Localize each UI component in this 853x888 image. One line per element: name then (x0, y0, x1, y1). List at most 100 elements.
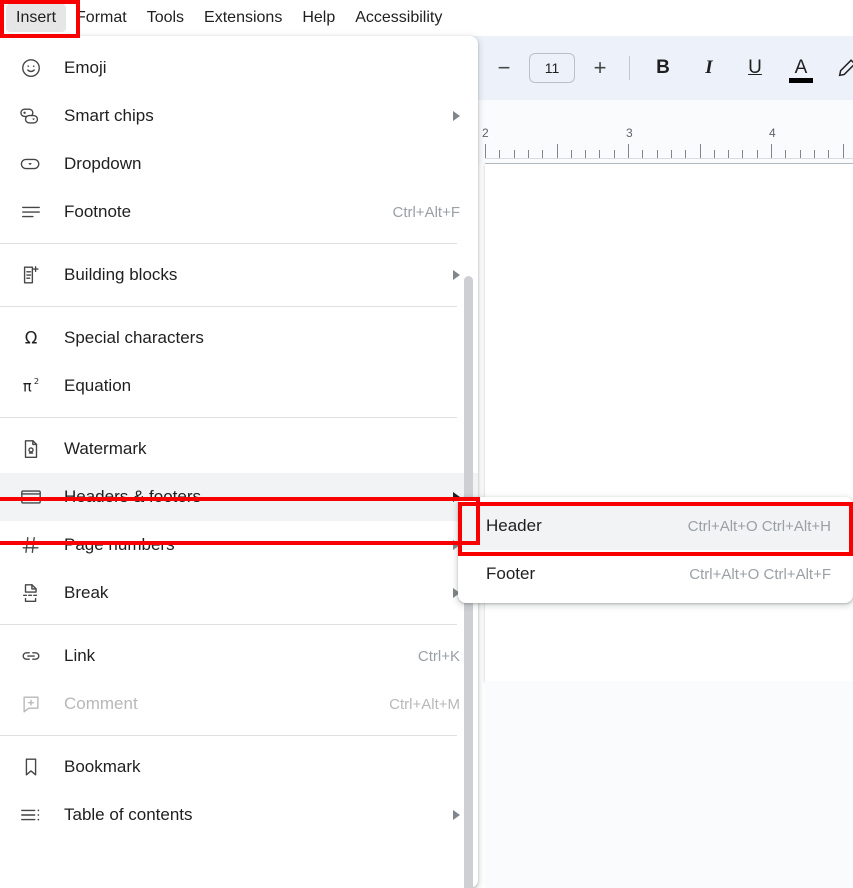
text-color-letter: A (795, 57, 808, 79)
ruler-tick (485, 144, 486, 158)
menu-item-label: Page numbers (64, 534, 437, 556)
menu-item-label: Dropdown (64, 153, 460, 175)
menu-item-shortcut: Ctrl+Alt+M (389, 696, 460, 713)
ruler-tick (571, 150, 572, 158)
ruler-tick (728, 150, 729, 158)
toolbar-divider (629, 56, 630, 80)
ruler-tick (628, 144, 629, 158)
headers-footers-submenu-list: Header Ctrl+Alt+O Ctrl+Alt+H Footer Ctrl+Al… (458, 502, 853, 598)
submenu-item-shortcut: Ctrl+Alt+O Ctrl+Alt+F (689, 566, 831, 583)
app-window: 2 3 4 − 11 + B I U A InsertFormatToolsEx… (0, 0, 853, 888)
italic-button[interactable]: I (692, 51, 726, 85)
link-icon (18, 644, 44, 668)
increase-font-size-button[interactable]: + (584, 52, 616, 84)
ruler-tick (685, 150, 686, 158)
menu-item-footnote[interactable]: FootnoteCtrl+Alt+F (0, 188, 478, 236)
menu-bar[interactable]: InsertFormatToolsExtensionsHelpAccessibi… (0, 0, 853, 36)
ruler-tick (785, 150, 786, 158)
menu-item-label: Special characters (64, 327, 460, 349)
menu-item-watermark[interactable]: Watermark (0, 425, 478, 473)
menu-bar-item-extensions[interactable]: Extensions (194, 4, 292, 32)
ruler-tick (828, 150, 829, 158)
menu-bar-item-help[interactable]: Help (292, 4, 345, 32)
ruler-tick (700, 144, 701, 158)
submenu-item-label: Footer (486, 563, 535, 585)
menu-item-dropdown[interactable]: Dropdown (0, 140, 478, 188)
ruler-number: 4 (769, 126, 776, 140)
svg-text:Ω: Ω (25, 329, 38, 348)
menu-item-headers-footers[interactable]: Headers & footers (0, 473, 478, 521)
font-size-input[interactable]: 11 (529, 53, 575, 83)
formatting-toolbar[interactable]: − 11 + B I U A (485, 36, 853, 100)
menu-item-table-of-contents[interactable]: Table of contents (0, 791, 478, 839)
ruler-tick (642, 150, 643, 158)
headers-footers-icon (18, 485, 44, 509)
menu-separator (0, 624, 457, 625)
menu-item-building-blocks[interactable]: Building blocks (0, 251, 478, 299)
text-color-button[interactable]: A (784, 51, 818, 85)
horizontal-ruler[interactable]: 2 3 4 (485, 100, 853, 164)
svg-text:2: 2 (34, 376, 39, 386)
menu-item-special-characters[interactable]: Ω Special characters (0, 314, 478, 362)
ruler-tick (757, 150, 758, 158)
ruler-tick (843, 144, 844, 158)
menu-item-bookmark[interactable]: Bookmark (0, 743, 478, 791)
menu-bar-item-accessibility[interactable]: Accessibility (345, 4, 452, 32)
menu-item-label: Watermark (64, 438, 460, 460)
ruler-tick (514, 150, 515, 158)
dropdown-icon (18, 152, 44, 176)
submenu-item-footer[interactable]: Footer Ctrl+Alt+O Ctrl+Alt+F (458, 550, 853, 598)
menu-item-label: Footnote (64, 201, 374, 223)
submenu-item-header[interactable]: Header Ctrl+Alt+O Ctrl+Alt+H (458, 502, 853, 550)
submenu-arrow-icon (453, 111, 460, 121)
ruler-number: 3 (626, 126, 633, 140)
menu-item-emoji[interactable]: Emoji (0, 44, 478, 92)
menu-item-link[interactable]: Link Ctrl+K (0, 632, 478, 680)
menu-item-label: Bookmark (64, 756, 460, 778)
menu-item-label: Headers & footers (64, 486, 437, 508)
footnote-icon (18, 200, 44, 224)
pen-icon (836, 57, 853, 79)
ruler-tick (800, 150, 801, 158)
comment-icon (18, 692, 44, 716)
decrease-font-size-button[interactable]: − (488, 52, 520, 84)
ruler-tick (714, 150, 715, 158)
menu-separator (0, 735, 457, 736)
menu-item-break[interactable]: Break (0, 569, 478, 617)
menu-item-page-numbers[interactable]: Page numbers (0, 521, 478, 569)
menu-item-label: Comment (64, 693, 371, 715)
menu-item-smart-chips[interactable]: Smart chips (0, 92, 478, 140)
ruler-tick (671, 150, 672, 158)
omega-icon: Ω (18, 326, 44, 350)
submenu-item-shortcut: Ctrl+Alt+O Ctrl+Alt+H (688, 518, 831, 535)
underline-button[interactable]: U (738, 51, 772, 85)
smart-chips-icon (18, 104, 44, 128)
ruler-baseline (485, 158, 853, 159)
watermark-icon (18, 437, 44, 461)
submenu-arrow-icon (453, 810, 460, 820)
submenu-item-label: Header (486, 515, 542, 537)
menu-separator (0, 417, 457, 418)
insert-menu-panel[interactable]: EmojiSmart chipsDropdownFootnoteCtrl+Alt… (0, 36, 478, 888)
menu-item-shortcut: Ctrl+K (418, 648, 460, 665)
bookmark-icon (18, 755, 44, 779)
menu-bar-item-tools[interactable]: Tools (137, 4, 194, 32)
ruler-number: 2 (482, 126, 489, 140)
menu-item-label: Link (64, 645, 400, 667)
highlight-color-button[interactable] (830, 51, 853, 85)
menu-bar-item-format[interactable]: Format (66, 4, 137, 32)
table-of-contents-icon (18, 803, 44, 827)
menu-bar-item-insert[interactable]: Insert (6, 4, 66, 32)
menu-item-label: Table of contents (64, 804, 437, 826)
ruler-tick (528, 150, 529, 158)
bold-button[interactable]: B (646, 51, 680, 85)
ruler-tick (814, 150, 815, 158)
insert-menu-list: EmojiSmart chipsDropdownFootnoteCtrl+Alt… (0, 36, 478, 839)
document-page[interactable] (485, 164, 853, 681)
menu-item-comment: Comment Ctrl+Alt+M (0, 680, 478, 728)
menu-item-equation[interactable]: π2Equation (0, 362, 478, 410)
menu-item-label: Emoji (64, 57, 460, 79)
menu-item-label: Building blocks (64, 264, 437, 286)
submenu-arrow-icon (453, 270, 460, 280)
headers-footers-submenu[interactable]: Header Ctrl+Alt+O Ctrl+Alt+H Footer Ctrl+Al… (458, 497, 853, 603)
